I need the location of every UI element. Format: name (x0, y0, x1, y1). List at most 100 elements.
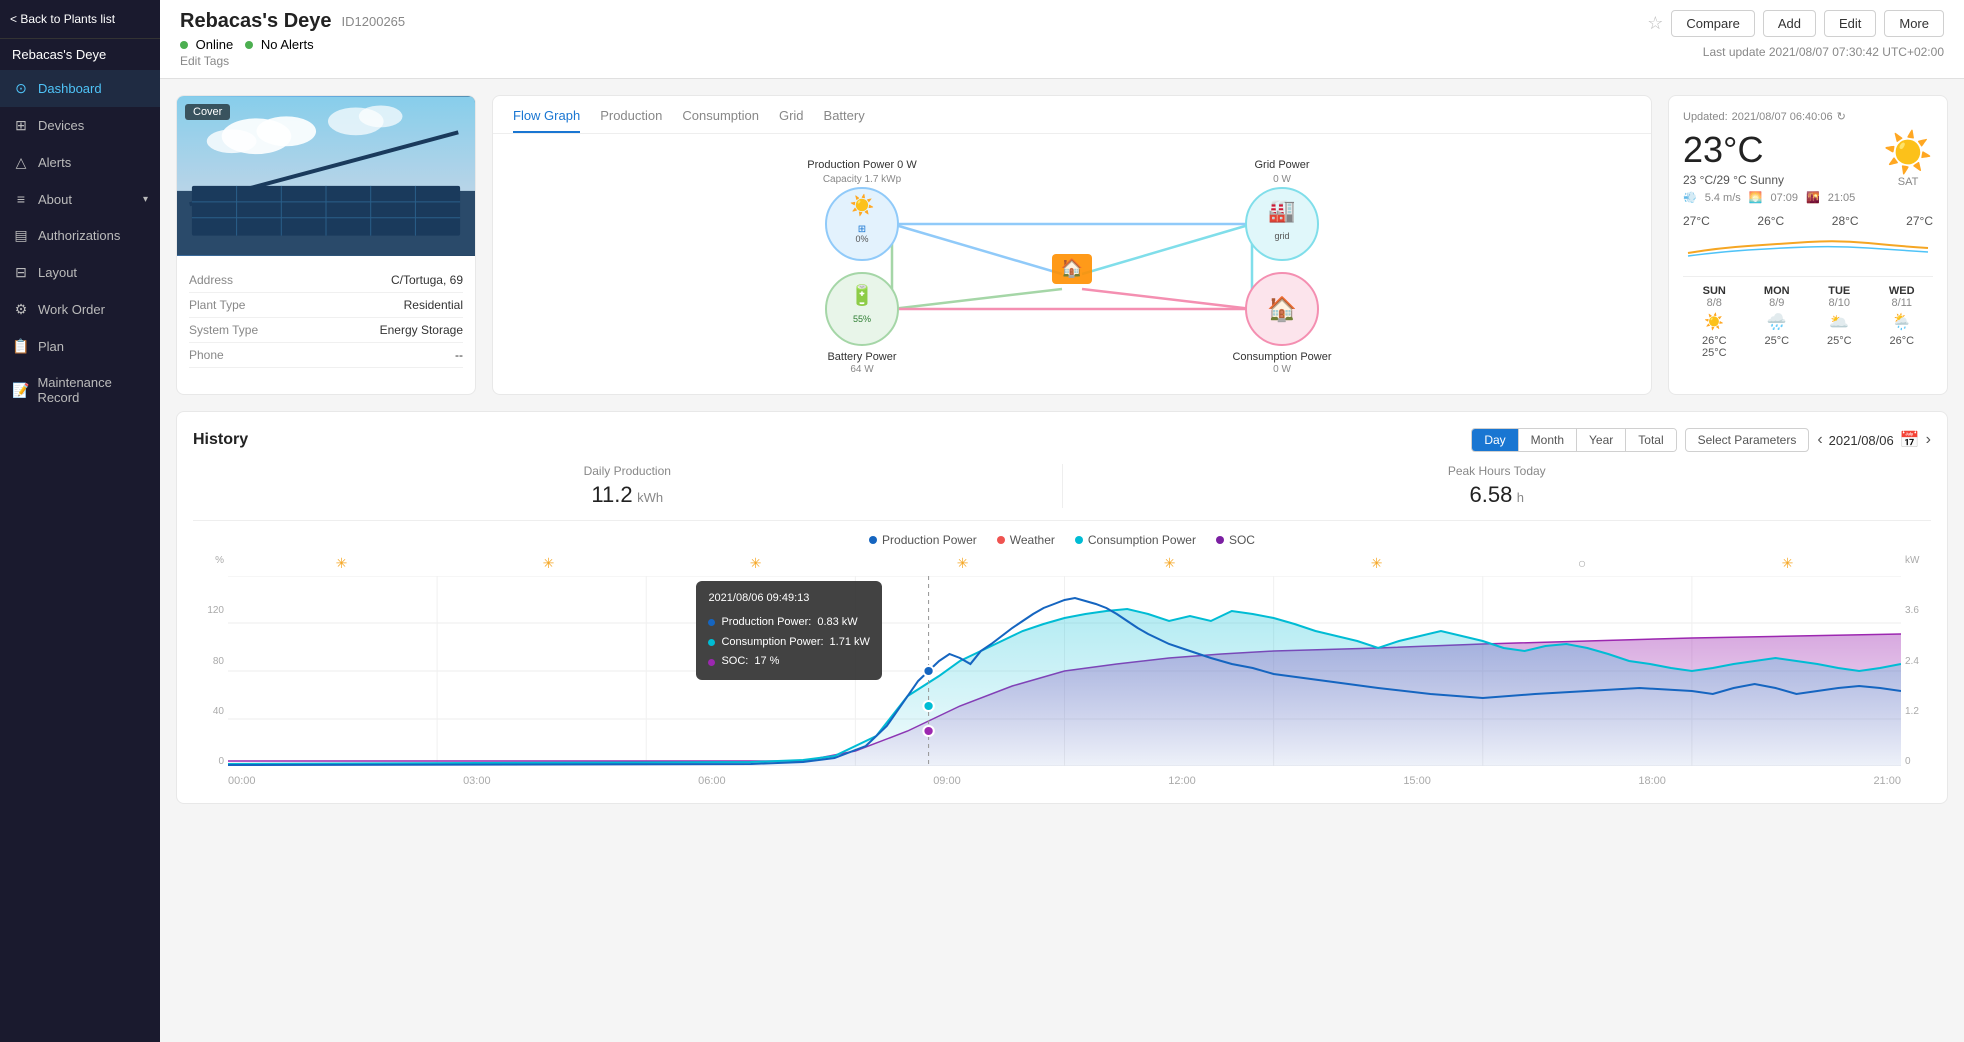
forecast-sun: SUN 8/8 ☀️ 26°C 25°C (1683, 285, 1746, 359)
back-to-plants[interactable]: < Back to Plants list (0, 0, 160, 39)
history-controls: Day Month Year Total Select Parameters ‹… (1471, 428, 1931, 452)
tab-consumption[interactable]: Consumption (682, 108, 759, 133)
more-button[interactable]: More (1884, 10, 1944, 37)
chart-inner: ✳ ✳ ✳ ✳ ✳ ✳ ○ ✳ (228, 555, 1901, 787)
edit-tags[interactable]: Edit Tags (180, 54, 405, 68)
sidebar-item-label: Devices (38, 118, 84, 133)
plant-type-row: Plant Type Residential (189, 293, 463, 318)
system-type-row: System Type Energy Storage (189, 318, 463, 343)
tab-day[interactable]: Day (1472, 429, 1518, 451)
tab-grid[interactable]: Grid (779, 108, 804, 133)
compare-button[interactable]: Compare (1671, 10, 1754, 37)
sidebar-item-label: About (38, 192, 72, 207)
dashboard-body: Cover Address C/Tortuga, 69 Plant Type R… (160, 79, 1964, 1042)
svg-text:🏠: 🏠 (1061, 258, 1083, 278)
sidebar-plant-name: Rebacas's Deye (0, 39, 160, 70)
x-label-7: 21:00 (1873, 775, 1901, 787)
plant-image-svg (177, 96, 475, 256)
sidebar-item-plan[interactable]: 📋 Plan (0, 328, 160, 365)
edit-button[interactable]: Edit (1824, 10, 1876, 37)
svg-text:Consumption Power: Consumption Power (1232, 351, 1331, 363)
weather-icons-row: ✳ ✳ ✳ ✳ ✳ ✳ ○ ✳ (228, 555, 1901, 572)
forecast-tue: TUE 8/10 🌥️ 25°C (1808, 285, 1871, 359)
sidebar-item-layout[interactable]: ⊟ Layout (0, 254, 160, 291)
tab-flow-graph[interactable]: Flow Graph (513, 108, 580, 133)
flow-tabs: Flow Graph Production Consumption Grid B… (493, 96, 1651, 134)
address-label: Address (189, 273, 233, 287)
favorite-button[interactable]: ☆ (1647, 13, 1663, 34)
sidebar-item-alerts[interactable]: △ Alerts (0, 144, 160, 181)
sidebar-item-dashboard[interactable]: ⊙ Dashboard (0, 70, 160, 107)
add-button[interactable]: Add (1763, 10, 1816, 37)
plant-info-card: Cover Address C/Tortuga, 69 Plant Type R… (176, 95, 476, 395)
status-bar: Online No Alerts (180, 37, 405, 52)
svg-text:Capacity 1.7 kWp: Capacity 1.7 kWp (823, 174, 902, 185)
sidebar-item-maintenance[interactable]: 📝 Maintenance Record (0, 365, 160, 415)
alerts-dot (245, 41, 253, 49)
sidebar-item-devices[interactable]: ⊞ Devices (0, 107, 160, 144)
weather-legend-dot (997, 536, 1005, 544)
flow-graph-card: Flow Graph Production Consumption Grid B… (492, 95, 1652, 395)
svg-text:🏭: 🏭 (1268, 198, 1295, 223)
legend-weather: Weather (997, 533, 1055, 547)
sidebar-item-workorder[interactable]: ⚙ Work Order (0, 291, 160, 328)
auth-icon: ▤ (12, 227, 30, 244)
chart-wrapper: % 120 80 40 0 ✳ ✳ ✳ ✳ ✳ ✳ (193, 555, 1931, 787)
header-right: ☆ Compare Add Edit More Last update 2021… (1647, 10, 1944, 59)
tab-month[interactable]: Month (1519, 429, 1577, 451)
tab-year[interactable]: Year (1577, 429, 1626, 451)
weather-icon-main: ☀️ (1883, 129, 1933, 176)
refresh-icon[interactable]: ↻ (1837, 110, 1846, 123)
about-icon: ≡ (12, 191, 30, 207)
sun-icon-3: ✳ (750, 555, 762, 572)
hourly-temp-3: 27°C (1906, 214, 1933, 228)
header-actions: ☆ Compare Add Edit More (1647, 10, 1944, 37)
sidebar-item-authorizations[interactable]: ▤ Authorizations (0, 217, 160, 254)
svg-text:Battery Power: Battery Power (827, 351, 896, 363)
next-date-button[interactable]: › (1926, 431, 1931, 449)
tab-total[interactable]: Total (1626, 429, 1675, 451)
system-type-value: Energy Storage (380, 323, 463, 337)
tab-production[interactable]: Production (600, 108, 662, 133)
sun-icon-2: ✳ (543, 555, 555, 572)
last-update: Last update 2021/08/07 07:30:42 UTC+02:0… (1703, 45, 1944, 59)
svg-text:0%: 0% (855, 234, 868, 244)
forecast-mon: MON 8/9 🌧️ 25°C (1746, 285, 1809, 359)
alerts-status: No Alerts (245, 37, 313, 52)
current-date: 2021/08/06 (1829, 433, 1894, 448)
consumption-legend-dot (1075, 536, 1083, 544)
maintenance-icon: 📝 (12, 382, 29, 399)
legend-production: Production Power (869, 533, 977, 547)
peak-hours-stat: Peak Hours Today 6.58 h (1062, 464, 1932, 508)
svg-text:64 W: 64 W (850, 364, 874, 374)
x-label-3: 09:00 (933, 775, 961, 787)
phone-value: -- (455, 348, 463, 362)
weather-updated: Updated: 2021/08/07 06:40:06 ↻ (1683, 110, 1933, 123)
x-label-4: 12:00 (1168, 775, 1196, 787)
weather-desc: 23 °C/29 °C Sunny (1683, 173, 1855, 187)
sidebar-item-label: Authorizations (38, 228, 120, 243)
weather-wind: 💨5.4 m/s 🌅07:09 🌇21:05 (1683, 191, 1855, 204)
weather-temp: 23°C (1683, 129, 1855, 171)
plan-icon: 📋 (12, 338, 30, 355)
address-row: Address C/Tortuga, 69 (189, 268, 463, 293)
tab-battery[interactable]: Battery (824, 108, 865, 133)
phone-label: Phone (189, 348, 224, 362)
sidebar-item-label: Maintenance Record (37, 375, 148, 405)
select-params-button[interactable]: Select Parameters (1685, 428, 1810, 452)
sidebar-item-label: Layout (38, 265, 77, 280)
sidebar-item-label: Work Order (38, 302, 105, 317)
main-content: Rebacas's Deye ID1200265 Online No Alert… (160, 0, 1964, 1042)
day-label: SAT (1883, 176, 1933, 188)
x-axis-labels: 00:00 03:00 06:00 09:00 12:00 15:00 18:0… (228, 771, 1901, 787)
sidebar-item-about[interactable]: ≡ About ▾ (0, 181, 160, 217)
sidebar-item-label: Dashboard (38, 81, 102, 96)
sun-icon-1: ✳ (336, 555, 348, 572)
alerts-icon: △ (12, 154, 30, 171)
svg-text:🏠: 🏠 (1267, 296, 1297, 323)
page-header: Rebacas's Deye ID1200265 Online No Alert… (160, 0, 1964, 79)
calendar-icon[interactable]: 📅 (1900, 430, 1920, 450)
prev-date-button[interactable]: ‹ (1817, 431, 1822, 449)
plant-type-value: Residential (404, 298, 463, 312)
peak-hours-value: 6.58 h (1063, 482, 1932, 508)
